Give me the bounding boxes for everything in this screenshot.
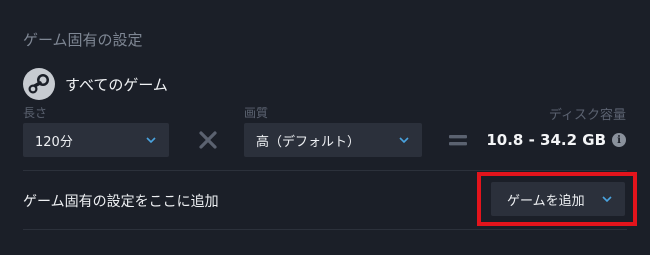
- length-value: 120分: [35, 134, 73, 150]
- disk-space-value-row: 10.8 - 34.2 GB i: [486, 131, 626, 149]
- chevron-down-icon: [398, 134, 410, 146]
- quality-value: 高（デフォルト）: [256, 134, 361, 150]
- multiply-icon: [196, 128, 220, 152]
- info-icon[interactable]: i: [612, 133, 626, 147]
- quality-dropdown[interactable]: 高（デフォルト）: [244, 123, 422, 157]
- chevron-down-icon: [601, 193, 613, 205]
- disk-space-label: ディスク容量: [548, 108, 626, 123]
- length-dropdown[interactable]: 120分: [23, 123, 169, 157]
- steam-logo-icon: [23, 68, 55, 100]
- divider: [23, 170, 627, 171]
- disk-space-value: 10.8 - 34.2 GB: [486, 131, 606, 149]
- divider: [23, 229, 627, 230]
- all-games-label: すべてのゲーム: [65, 75, 168, 94]
- chevron-down-icon: [145, 134, 157, 146]
- section-title: ゲーム固有の設定: [23, 31, 143, 49]
- add-game-button[interactable]: ゲームを追加: [491, 182, 625, 216]
- add-game-button-label: ゲームを追加: [507, 193, 585, 209]
- all-games-row: すべてのゲーム: [23, 68, 168, 100]
- add-setting-label: ゲーム固有の設定をここに追加: [23, 194, 219, 210]
- length-label: 長さ: [23, 106, 48, 120]
- equals-icon: [446, 128, 470, 152]
- quality-label: 画質: [244, 106, 269, 120]
